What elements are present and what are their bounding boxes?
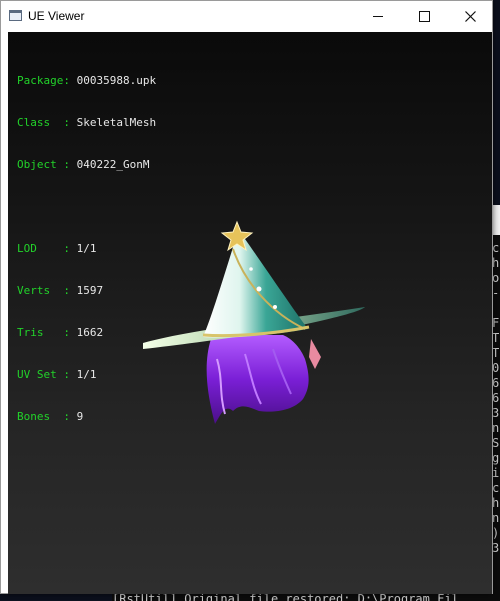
info-verts-value: 1597 — [76, 284, 104, 297]
info-tris-value: 1662 — [76, 326, 104, 339]
title-bar[interactable]: UE Viewer — [1, 1, 492, 32]
3d-viewport[interactable]: Package: 00035988.upk Class : SkeletalMe… — [8, 32, 492, 594]
info-package-value: 00035988.upk — [76, 74, 157, 87]
info-package-label: Package: — [17, 74, 77, 87]
info-bones-value: 9 — [76, 410, 84, 423]
info-lod-label: LOD : — [17, 242, 77, 255]
minimize-button[interactable] — [355, 1, 401, 32]
info-class-value: SkeletalMesh — [76, 116, 157, 129]
background-console-text: c h o - F T T 0 6 6 3 n S g i c h n ) 3 — [492, 241, 500, 555]
info-bones-label: Bones : — [17, 410, 77, 423]
close-button[interactable] — [447, 1, 493, 32]
close-icon — [464, 11, 476, 22]
skeletal-mesh-render[interactable] — [133, 189, 373, 429]
info-package: Package: 00035988.upk — [17, 74, 156, 88]
window-title: UE Viewer — [28, 9, 85, 23]
info-lod-value: 1/1 — [76, 242, 97, 255]
ue-viewer-window[interactable]: UE Viewer Package: 00035988.upk Class : … — [0, 0, 493, 594]
info-object-value: 040222_GonM — [76, 158, 150, 171]
info-class: Class : SkeletalMesh — [17, 116, 156, 130]
info-object-label: Object : — [17, 158, 77, 171]
info-tris-label: Tris : — [17, 326, 77, 339]
minimize-icon — [373, 16, 383, 17]
info-verts-label: Verts : — [17, 284, 77, 297]
info-uvset-label: UV Set : — [17, 368, 77, 381]
info-uvset-value: 1/1 — [76, 368, 97, 381]
info-object: Object : 040222_GonM — [17, 158, 156, 172]
maximize-icon — [418, 11, 430, 22]
app-window-icon[interactable] — [9, 10, 22, 21]
info-class-label: Class : — [17, 116, 77, 129]
maximize-button[interactable] — [401, 1, 447, 32]
